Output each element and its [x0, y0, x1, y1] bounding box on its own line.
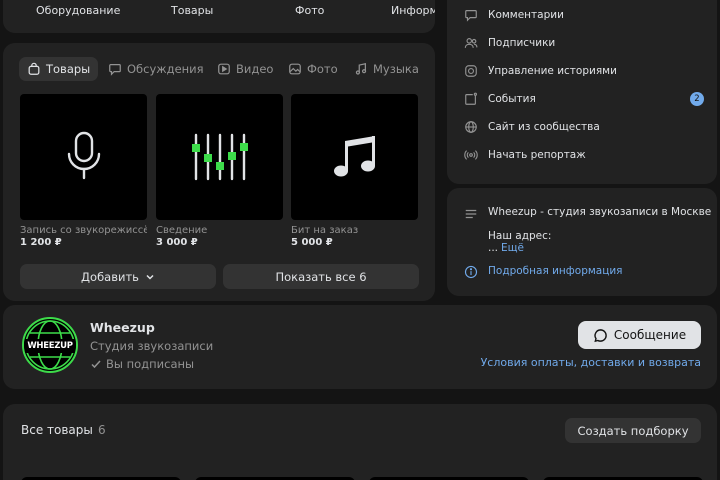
logo-text: WHEEZUP	[24, 339, 76, 353]
product-price: 5 000 ₽	[291, 237, 333, 248]
top-tab-info[interactable]: Информ	[391, 4, 435, 17]
all-goods-count: 6	[98, 423, 106, 437]
all-goods-title: Все товары	[21, 423, 93, 437]
top-tabs-strip: Оборудование Товары Фото Информ	[3, 0, 435, 33]
product-tile-beat[interactable]	[291, 94, 418, 220]
more-prefix: ...	[488, 242, 499, 254]
all-goods-card: Все товары 6 Создать подборку	[3, 404, 717, 480]
show-all-button[interactable]: Показать все 6	[223, 264, 419, 289]
chevron-down-icon	[146, 274, 154, 280]
message-bubble-icon	[594, 328, 607, 342]
menu-item-subscribers[interactable]: Подписчики	[464, 33, 704, 53]
top-tab-photo[interactable]: Фото	[295, 4, 324, 17]
community-description: Wheezup - студия звукозаписи в Москве	[488, 206, 712, 218]
music-notes-icon	[333, 136, 375, 177]
product-tile-recording[interactable]	[20, 94, 147, 220]
tab-photo[interactable]: Фото	[280, 57, 346, 81]
music-note-icon	[355, 62, 367, 75]
product-price: 1 200 ₽	[20, 237, 62, 248]
show-all-button-label: Показать все 6	[275, 269, 367, 284]
address-label: Наш адрес:	[488, 230, 552, 242]
calendar-icon	[465, 92, 477, 105]
globe-icon	[465, 121, 477, 133]
menu-item-site[interactable]: Сайт из сообщества	[464, 117, 704, 137]
menu-item-label: Начать репортаж	[488, 149, 586, 161]
product-name: Запись со звукорежиссёром	[20, 225, 147, 236]
video-icon	[218, 63, 230, 75]
menu-item-events[interactable]: События 2	[464, 89, 704, 109]
product-name: Бит на заказ	[291, 225, 359, 236]
info-icon	[464, 265, 478, 279]
products-card: Товары Обсуждения Видео Фото Музыка Запи…	[3, 43, 435, 301]
mixer-sliders-icon	[191, 133, 248, 181]
text-lines-icon	[465, 209, 477, 219]
community-name: Wheezup	[90, 320, 155, 335]
message-button-label: Сообщение	[613, 328, 687, 342]
menu-item-label: События	[488, 93, 536, 105]
menu-item-label: Сайт из сообщества	[488, 121, 600, 133]
community-subtitle: Студия звукозаписи	[90, 339, 214, 353]
tab-music-label: Музыка	[373, 62, 419, 76]
product-price: 3 000 ₽	[156, 237, 198, 248]
message-button[interactable]: Сообщение	[578, 321, 701, 349]
add-button-label: Добавить	[81, 269, 139, 284]
menu-item-broadcast[interactable]: Начать репортаж	[464, 145, 704, 165]
payment-terms-link[interactable]: Условия оплаты, доставки и возврата	[481, 356, 701, 369]
community-avatar[interactable]: WHEEZUP	[22, 317, 78, 373]
community-card: WHEEZUP Wheezup Студия звукозаписи Вы по…	[3, 305, 717, 389]
top-tab-equipment[interactable]: Оборудование	[36, 4, 120, 17]
users-icon	[464, 38, 478, 48]
comment-icon	[465, 10, 477, 22]
events-count-badge: 2	[690, 92, 704, 106]
create-collection-button[interactable]: Создать подборку	[565, 418, 701, 443]
top-tab-goods[interactable]: Товары	[171, 4, 213, 17]
more-link[interactable]: Ещё	[501, 242, 524, 254]
microphone-icon	[67, 131, 100, 180]
menu-item-label: Комментарии	[488, 9, 564, 21]
add-button[interactable]: Добавить	[20, 264, 216, 289]
chat-bubble-icon	[109, 64, 121, 76]
info-card: Wheezup - студия звукозаписи в Москве На…	[447, 188, 717, 296]
menu-item-stories[interactable]: Управление историями	[464, 61, 704, 81]
tab-goods-label: Товары	[46, 62, 91, 76]
details-link[interactable]: Подробная информация	[488, 265, 623, 277]
tab-music[interactable]: Музыка	[346, 57, 427, 81]
product-tile-mixing[interactable]	[156, 94, 283, 220]
subscribed-status[interactable]: Вы подписаны	[90, 357, 194, 371]
tab-goods[interactable]: Товары	[19, 57, 99, 81]
product-name: Сведение	[156, 225, 208, 236]
menu-item-comments[interactable]: Комментарии	[464, 5, 704, 25]
management-menu: Комментарии Подписчики Управление истори…	[447, 0, 717, 184]
broadcast-icon	[464, 150, 478, 160]
tab-photo-label: Фото	[307, 62, 338, 76]
create-collection-label: Создать подборку	[577, 423, 689, 438]
tab-video-label: Видео	[236, 62, 274, 76]
tab-discussions-label: Обсуждения	[127, 62, 204, 76]
stories-icon	[465, 65, 477, 77]
tab-video[interactable]: Видео	[209, 57, 281, 81]
tab-discussions[interactable]: Обсуждения	[100, 57, 212, 81]
shopping-bag-icon	[28, 62, 40, 75]
photo-icon	[289, 63, 301, 75]
menu-item-label: Управление историями	[488, 65, 617, 77]
subscribed-label: Вы подписаны	[106, 357, 195, 371]
checkmark-icon	[91, 360, 101, 369]
menu-item-label: Подписчики	[488, 37, 556, 49]
